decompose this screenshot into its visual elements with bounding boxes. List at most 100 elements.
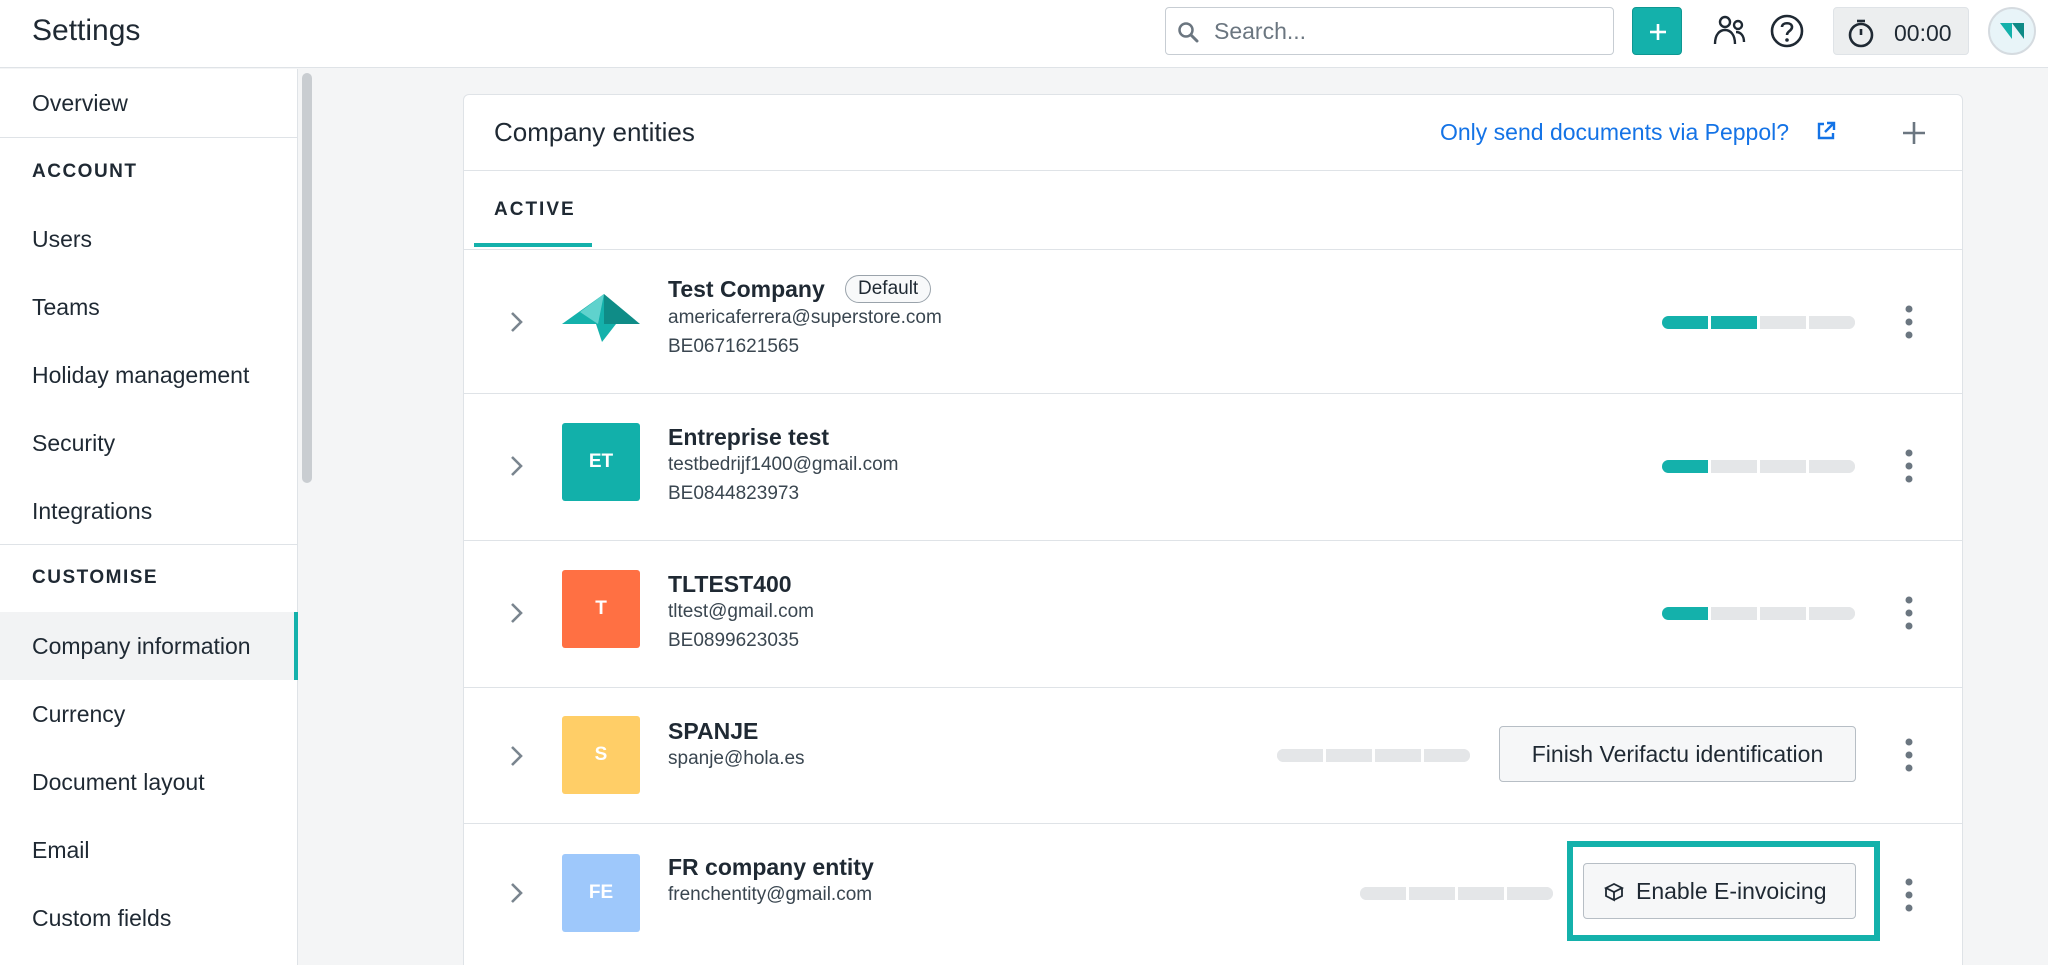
setup-progress-bar: [1662, 460, 1855, 473]
chevron-right-icon[interactable]: [504, 454, 528, 478]
timer-value: 00:00: [1894, 20, 1952, 46]
test-company-logo: [562, 294, 640, 342]
add-entity-icon[interactable]: [1894, 113, 1934, 153]
divider: [464, 170, 1962, 171]
entity-name: Test Company: [668, 276, 825, 302]
entity-row[interactable]: FE FR company entity frenchentity@gmail.…: [464, 824, 1962, 964]
progress-segment: [1760, 607, 1809, 620]
progress-segment: [1662, 460, 1711, 473]
setup-progress-bar: [1662, 607, 1855, 620]
progress-segment: [1760, 460, 1809, 473]
entity-name: SPANJE: [668, 718, 759, 744]
chevron-right-icon[interactable]: [504, 601, 528, 625]
entity-row[interactable]: T TLTEST400 tltest@gmail.com BE089962303…: [464, 541, 1962, 687]
more-options-icon[interactable]: [1904, 305, 1914, 339]
company-entities-card: Company entities Only send documents via…: [463, 94, 1963, 965]
entity-row[interactable]: Test Company Default americaferrera@supe…: [464, 250, 1962, 393]
progress-segment: [1809, 607, 1855, 620]
progress-segment: [1507, 887, 1553, 900]
progress-segment: [1760, 316, 1809, 329]
enable-e-invoicing-label: Enable E-invoicing: [1636, 877, 1827, 904]
setup-progress-bar: [1277, 749, 1470, 762]
progress-segment: [1711, 316, 1760, 329]
entity-vat: BE0899623035: [668, 630, 800, 651]
top-bar: Settings 00:00: [0, 0, 2048, 68]
sidebar-scrollbar[interactable]: [302, 73, 312, 483]
add-button[interactable]: [1632, 7, 1682, 55]
sidebar-item-holiday-management[interactable]: Holiday management: [0, 341, 298, 409]
enable-e-invoicing-button[interactable]: Enable E-invoicing: [1583, 863, 1856, 919]
entity-name: TLTEST400: [668, 571, 792, 597]
default-badge: Default: [845, 275, 932, 303]
progress-segment: [1809, 316, 1855, 329]
tab-active-indicator: [474, 243, 592, 247]
entity-email: tltest@gmail.com: [668, 601, 814, 622]
entity-vat: BE0671621565: [668, 336, 800, 357]
chevron-right-icon[interactable]: [504, 881, 528, 905]
company-logo-icon: [2000, 23, 2024, 39]
progress-segment: [1360, 887, 1409, 900]
chevron-right-icon[interactable]: [504, 310, 528, 334]
avatar[interactable]: [1988, 7, 2036, 55]
chevron-right-icon[interactable]: [504, 744, 528, 768]
sidebar-item-custom-fields[interactable]: Custom fields: [0, 884, 298, 952]
section-account: ACCOUNT: [32, 161, 138, 182]
people-icon[interactable]: [1710, 12, 1748, 50]
sidebar-item-company-information[interactable]: Company information: [0, 612, 298, 680]
entity-email: spanje@hola.es: [668, 748, 805, 769]
more-options-icon[interactable]: [1904, 738, 1914, 772]
stopwatch-icon: [1848, 19, 1874, 48]
entity-email: frenchentity@gmail.com: [668, 884, 873, 905]
progress-segment: [1375, 749, 1424, 762]
page-title: Settings: [32, 14, 141, 47]
help-icon[interactable]: [1768, 12, 1806, 50]
entity-logo: ET: [562, 423, 640, 501]
progress-segment: [1711, 460, 1760, 473]
entity-logo: S: [562, 716, 640, 794]
timer-button[interactable]: 00:00: [1833, 7, 1969, 55]
sidebar-item-overview[interactable]: Overview: [0, 69, 298, 137]
progress-segment: [1809, 460, 1855, 473]
more-options-icon[interactable]: [1904, 596, 1914, 630]
setup-progress-bar: [1360, 887, 1553, 900]
entity-email: americaferrera@superstore.com: [668, 307, 942, 328]
sidebar-item-email[interactable]: Email: [0, 816, 298, 884]
search-input[interactable]: [1214, 16, 1594, 46]
search-icon: [1178, 22, 1199, 43]
progress-segment: [1424, 749, 1470, 762]
e-invoicing-icon: [1603, 882, 1625, 902]
entity-logo: T: [562, 570, 640, 648]
progress-segment: [1458, 887, 1507, 900]
entity-name: FR company entity: [668, 854, 874, 880]
progress-segment: [1326, 749, 1375, 762]
peppol-link[interactable]: Only send documents via Peppol?: [1440, 119, 1789, 146]
tab-active[interactable]: ACTIVE: [494, 199, 576, 221]
sidebar-item-security[interactable]: Security: [0, 409, 298, 477]
entity-logo: FE: [562, 854, 640, 932]
sidebar-item-document-layout[interactable]: Document layout: [0, 748, 298, 816]
progress-segment: [1662, 607, 1711, 620]
progress-segment: [1662, 316, 1711, 329]
external-link-icon[interactable]: [1816, 121, 1836, 141]
more-options-icon[interactable]: [1904, 449, 1914, 483]
sidebar-item-users[interactable]: Users: [0, 205, 298, 273]
sidebar-item-currency[interactable]: Currency: [0, 680, 298, 748]
more-options-icon[interactable]: [1904, 878, 1914, 912]
entity-email: testbedrijf1400@gmail.com: [668, 454, 899, 475]
sidebar-item-teams[interactable]: Teams: [0, 273, 298, 341]
sidebar: Overview ACCOUNT Users Teams Holiday man…: [0, 69, 298, 965]
finish-verifactu-button[interactable]: Finish Verifactu identification: [1499, 726, 1856, 782]
progress-segment: [1409, 887, 1458, 900]
sidebar-item-integrations[interactable]: Integrations: [0, 477, 298, 545]
entity-row[interactable]: S SPANJE spanje@hola.es Finish Verifactu…: [464, 688, 1962, 823]
entity-name: Entreprise test: [668, 424, 830, 450]
progress-segment: [1711, 607, 1760, 620]
progress-segment: [1277, 749, 1326, 762]
search-box[interactable]: [1165, 7, 1614, 55]
card-title: Company entities: [494, 117, 695, 147]
plus-icon: [1650, 24, 1666, 40]
section-customise: CUSTOMISE: [32, 567, 159, 588]
entity-row[interactable]: ET Entreprise test testbedrijf1400@gmail…: [464, 394, 1962, 540]
entity-vat: BE0844823973: [668, 483, 800, 504]
setup-progress-bar: [1662, 316, 1855, 329]
